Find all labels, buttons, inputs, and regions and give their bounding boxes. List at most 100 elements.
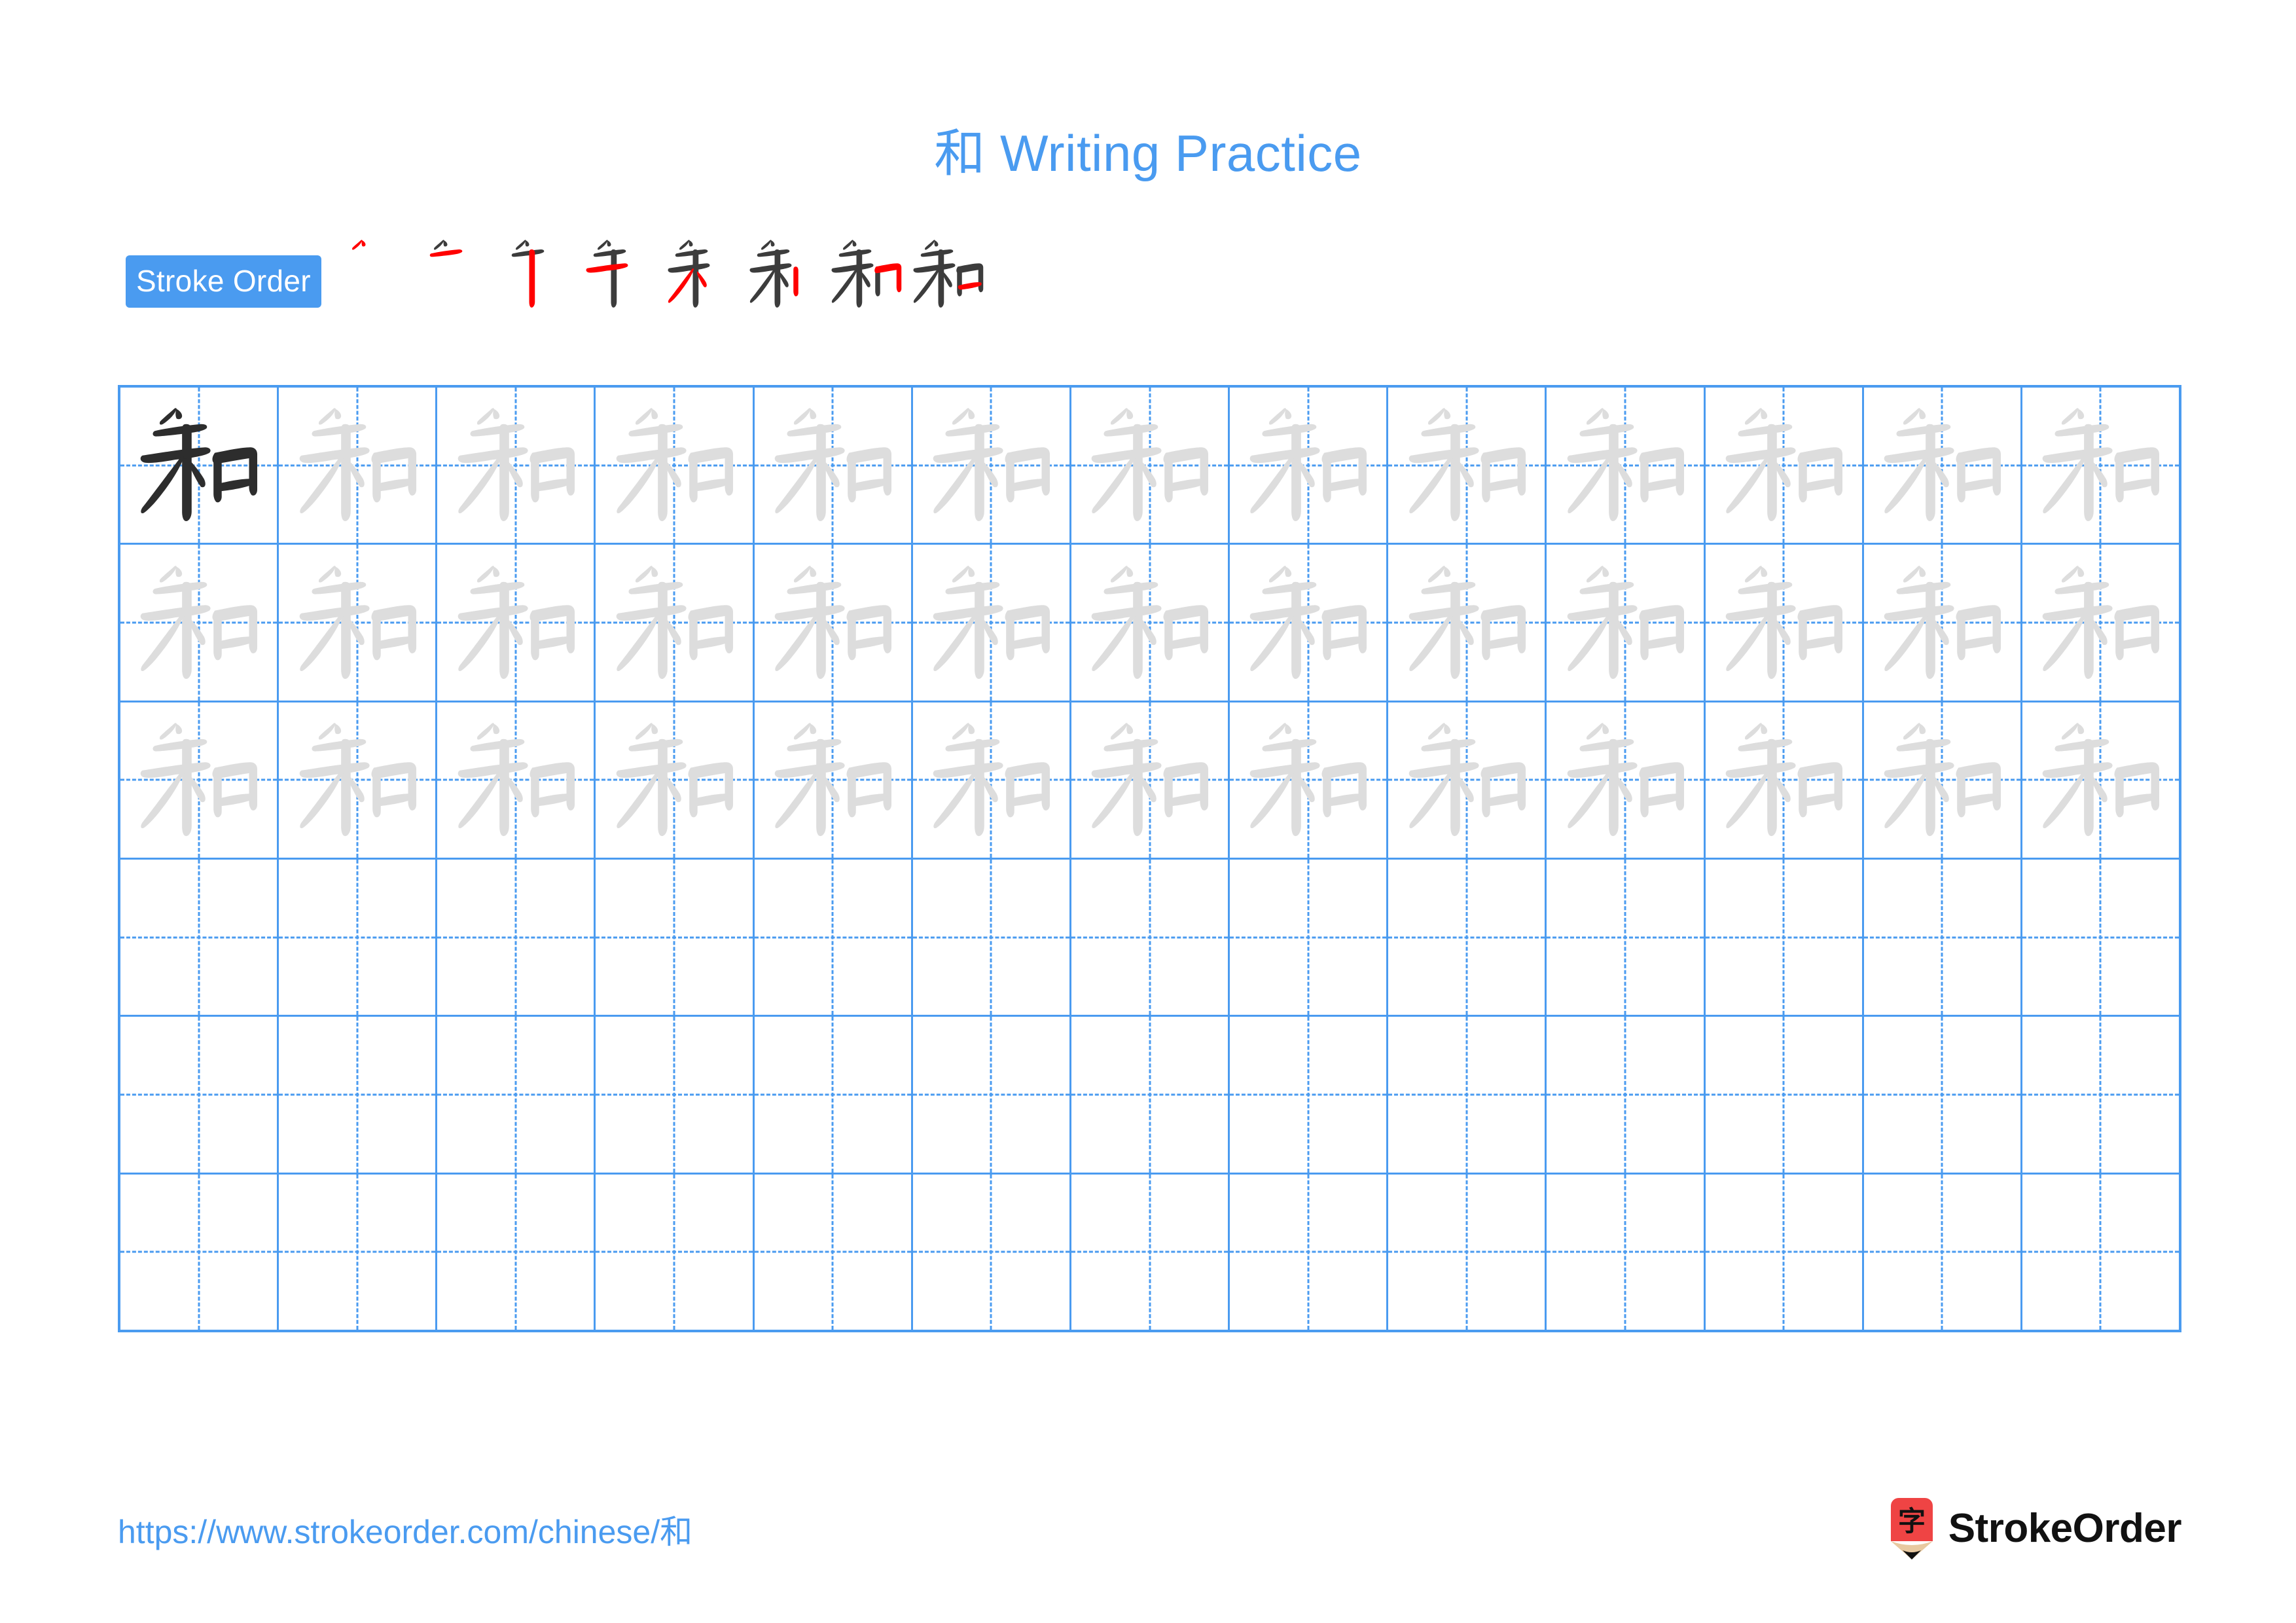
grid-cell[interactable] — [1864, 702, 2022, 858]
trace-character — [596, 545, 752, 700]
grid-cell[interactable] — [437, 1017, 596, 1173]
grid-cell[interactable] — [120, 702, 279, 858]
grid-cell[interactable] — [1864, 1017, 2022, 1173]
grid-cell[interactable] — [120, 388, 279, 543]
grid-cell[interactable] — [1547, 388, 1706, 543]
grid-cell[interactable] — [437, 388, 596, 543]
grid-cell[interactable] — [755, 545, 913, 701]
grid-cell[interactable] — [1230, 702, 1389, 858]
grid-cell[interactable] — [1388, 545, 1547, 701]
grid-row-4 — [120, 859, 2179, 1017]
grid-cell[interactable] — [1388, 702, 1547, 858]
grid-cell[interactable] — [279, 702, 438, 858]
grid-cell[interactable] — [2022, 1175, 2179, 1330]
trace-character — [1230, 545, 1386, 700]
trace-character — [279, 702, 435, 858]
practice-grid — [118, 385, 2181, 1332]
grid-cell[interactable] — [1071, 388, 1230, 543]
grid-cell[interactable] — [596, 1017, 755, 1173]
grid-cell[interactable] — [2022, 545, 2179, 700]
grid-cell[interactable] — [437, 702, 596, 858]
grid-cell[interactable] — [596, 859, 755, 1015]
grid-cell[interactable] — [1071, 702, 1230, 858]
grid-cell[interactable] — [1071, 859, 1230, 1015]
trace-character — [1071, 545, 1228, 700]
grid-cell[interactable] — [437, 1174, 596, 1330]
grid-cell[interactable] — [1230, 545, 1389, 701]
grid-cell[interactable] — [120, 859, 279, 1015]
grid-cell[interactable] — [279, 859, 438, 1015]
grid-cell[interactable] — [1388, 388, 1547, 543]
grid-cell[interactable] — [1706, 859, 1864, 1015]
grid-cell[interactable] — [913, 702, 1071, 858]
grid-cell[interactable] — [279, 388, 438, 543]
grid-cell[interactable] — [2022, 702, 2179, 858]
grid-cell[interactable] — [1706, 702, 1864, 858]
grid-cell[interactable] — [1230, 1174, 1389, 1330]
grid-cell[interactable] — [1706, 545, 1864, 701]
grid-cell[interactable] — [1071, 545, 1230, 701]
stroke-order-step-3 — [498, 233, 580, 315]
grid-cell[interactable] — [1071, 1017, 1230, 1173]
grid-cell[interactable] — [437, 859, 596, 1015]
grid-cell[interactable] — [1230, 388, 1389, 543]
trace-character — [1388, 545, 1545, 700]
grid-cell[interactable] — [913, 859, 1071, 1015]
grid-cell[interactable] — [1864, 1174, 2022, 1330]
grid-cell[interactable] — [913, 1017, 1071, 1173]
grid-cell[interactable] — [755, 388, 913, 543]
trace-character — [596, 702, 752, 858]
grid-cell[interactable] — [596, 388, 755, 543]
trace-character — [437, 545, 594, 700]
grid-cell[interactable] — [2022, 860, 2179, 1015]
trace-character — [279, 545, 435, 700]
grid-cell[interactable] — [596, 1174, 755, 1330]
grid-cell[interactable] — [913, 545, 1071, 701]
grid-cell[interactable] — [1547, 1017, 1706, 1173]
grid-cell[interactable] — [1230, 1017, 1389, 1173]
grid-cell[interactable] — [279, 1017, 438, 1173]
pencil-logo-icon: 字 — [1890, 1498, 1933, 1559]
grid-cell[interactable] — [1864, 388, 2022, 543]
trace-character — [755, 545, 911, 700]
grid-cell[interactable] — [596, 545, 755, 701]
grid-cell[interactable] — [1706, 1017, 1864, 1173]
grid-cell[interactable] — [120, 1174, 279, 1330]
grid-cell[interactable] — [120, 1017, 279, 1173]
grid-cell[interactable] — [1547, 859, 1706, 1015]
grid-cell[interactable] — [755, 1174, 913, 1330]
grid-cell[interactable] — [120, 545, 279, 701]
grid-cell[interactable] — [913, 1174, 1071, 1330]
grid-cell[interactable] — [1864, 859, 2022, 1015]
grid-cell[interactable] — [1706, 388, 1864, 543]
stroke-order-step-5 — [662, 233, 744, 315]
grid-cell[interactable] — [1388, 1174, 1547, 1330]
stroke-order-section: Stroke Order — [126, 239, 989, 309]
grid-cell[interactable] — [1388, 859, 1547, 1015]
grid-cell[interactable] — [1706, 1174, 1864, 1330]
grid-cell[interactable] — [596, 702, 755, 858]
grid-cell[interactable] — [1388, 1017, 1547, 1173]
grid-cell[interactable] — [1864, 545, 2022, 701]
grid-cell[interactable] — [2022, 1017, 2179, 1172]
grid-cell[interactable] — [1547, 1174, 1706, 1330]
grid-cell[interactable] — [1071, 1174, 1230, 1330]
grid-cell[interactable] — [755, 702, 913, 858]
grid-cell[interactable] — [755, 1017, 913, 1173]
trace-character — [1071, 702, 1228, 858]
grid-row-1 — [120, 388, 2179, 545]
trace-character — [755, 388, 911, 543]
trace-character — [596, 388, 752, 543]
grid-cell[interactable] — [1547, 702, 1706, 858]
trace-character — [1071, 388, 1228, 543]
footer-url[interactable]: https://www.strokeorder.com/chinese/和 — [118, 1506, 692, 1553]
grid-cell[interactable] — [1230, 859, 1389, 1015]
grid-cell[interactable] — [2022, 388, 2179, 543]
grid-cell[interactable] — [279, 545, 438, 701]
grid-cell[interactable] — [755, 859, 913, 1015]
grid-cell[interactable] — [279, 1174, 438, 1330]
trace-character — [437, 388, 594, 543]
grid-cell[interactable] — [1547, 545, 1706, 701]
grid-cell[interactable] — [913, 388, 1071, 543]
grid-cell[interactable] — [437, 545, 596, 701]
